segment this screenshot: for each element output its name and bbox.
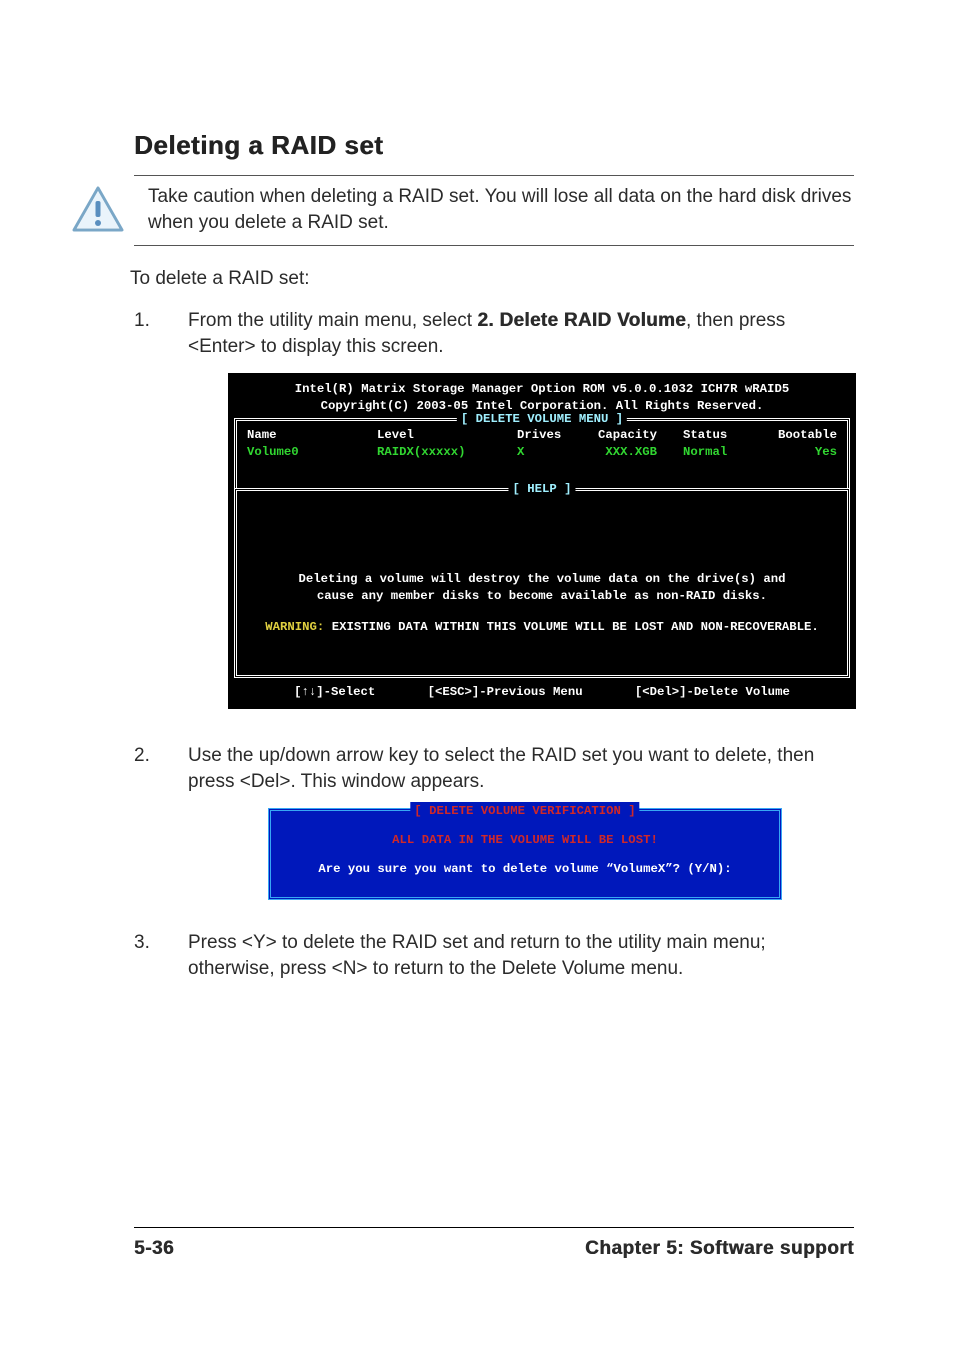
bios-footer: [↑↓]-Select [<ESC>]-Previous Menu [<Del>… [228, 678, 856, 709]
steps-list: From the utility main menu, select 2. De… [134, 308, 854, 982]
col-header-status: Status [667, 427, 747, 444]
page-number: 5-36 [134, 1238, 174, 1260]
frame-label-delete-menu: [ DELETE VOLUME MENU ] [457, 411, 627, 428]
delete-verification-dialog: [ DELETE VOLUME VERIFICATION ] ALL DATA … [268, 808, 782, 900]
step-1-pre: From the utility main menu, select [188, 310, 477, 331]
help-frame: [ HELP ] Deleting a volume will destroy … [234, 488, 850, 678]
step-2: Use the up/down arrow key to select the … [134, 743, 854, 900]
dialog-title: [ DELETE VOLUME VERIFICATION ] [410, 802, 639, 821]
col-header-capacity: Capacity [577, 427, 657, 444]
caution-block: Take caution when deleting a RAID set. Y… [134, 175, 854, 246]
help-line-1: Deleting a volume will destroy the volum… [247, 571, 837, 588]
help-line-2: cause any member disks to become availab… [247, 588, 837, 605]
cell-level: RAIDX(xxxxx) [377, 444, 507, 461]
intro-text: To delete a RAID set: [130, 268, 854, 290]
cell-status: Normal [667, 444, 747, 461]
col-header-drives: Drives [517, 427, 567, 444]
step-2-text: Use the up/down arrow key to select the … [188, 745, 814, 792]
warning-text: EXISTING DATA WITHIN THIS VOLUME WILL BE… [324, 620, 818, 634]
caution-text: Take caution when deleting a RAID set. Y… [148, 184, 854, 235]
col-header-bootable: Bootable [757, 427, 837, 444]
table-row[interactable]: Volume0 RAIDX(xxxxx) X XXX.XGB Normal Ye… [247, 444, 837, 461]
caution-icon [72, 186, 124, 237]
page: Deleting a RAID set Take caution when de… [0, 0, 954, 1300]
delete-volume-menu-screenshot: Intel(R) Matrix Storage Manager Option R… [228, 373, 856, 709]
cell-drives: X [517, 444, 567, 461]
page-footer: 5-36 Chapter 5: Software support [134, 1227, 854, 1260]
step-3: Press <Y> to delete the RAID set and ret… [134, 930, 854, 981]
step-3-text: Press <Y> to delete the RAID set and ret… [188, 932, 766, 979]
col-header-name: Name [247, 427, 367, 444]
cell-name: Volume0 [247, 444, 367, 461]
footer-hint-select: [↑↓]-Select [294, 684, 375, 701]
footer-hint-delete: [<Del>]-Delete Volume [635, 684, 790, 701]
cell-bootable: Yes [757, 444, 837, 461]
dialog-warning: ALL DATA IN THE VOLUME WILL BE LOST! [281, 831, 769, 850]
warning-label: WARNING: [265, 620, 324, 634]
delete-volume-menu-frame: [ DELETE VOLUME MENU ] Name Level Drives… [234, 418, 850, 488]
section-heading: Deleting a RAID set [134, 130, 854, 161]
step-1: From the utility main menu, select 2. De… [134, 308, 854, 709]
warning-line: WARNING: EXISTING DATA WITHIN THIS VOLUM… [247, 619, 837, 636]
dialog-question: Are you sure you want to delete volume “… [281, 860, 769, 879]
footer-hint-prev: [<ESC>]-Previous Menu [428, 684, 583, 701]
bios-title-line1: Intel(R) Matrix Storage Manager Option R… [228, 381, 856, 398]
cell-capacity: XXX.XGB [577, 444, 657, 461]
table-header: Name Level Drives Capacity Status Bootab… [247, 427, 837, 444]
chapter-title: Chapter 5: Software support [585, 1238, 854, 1260]
step-1-menu-item: 2. Delete RAID Volume [477, 310, 686, 331]
col-header-level: Level [377, 427, 507, 444]
frame-label-help: [ HELP ] [508, 481, 575, 498]
